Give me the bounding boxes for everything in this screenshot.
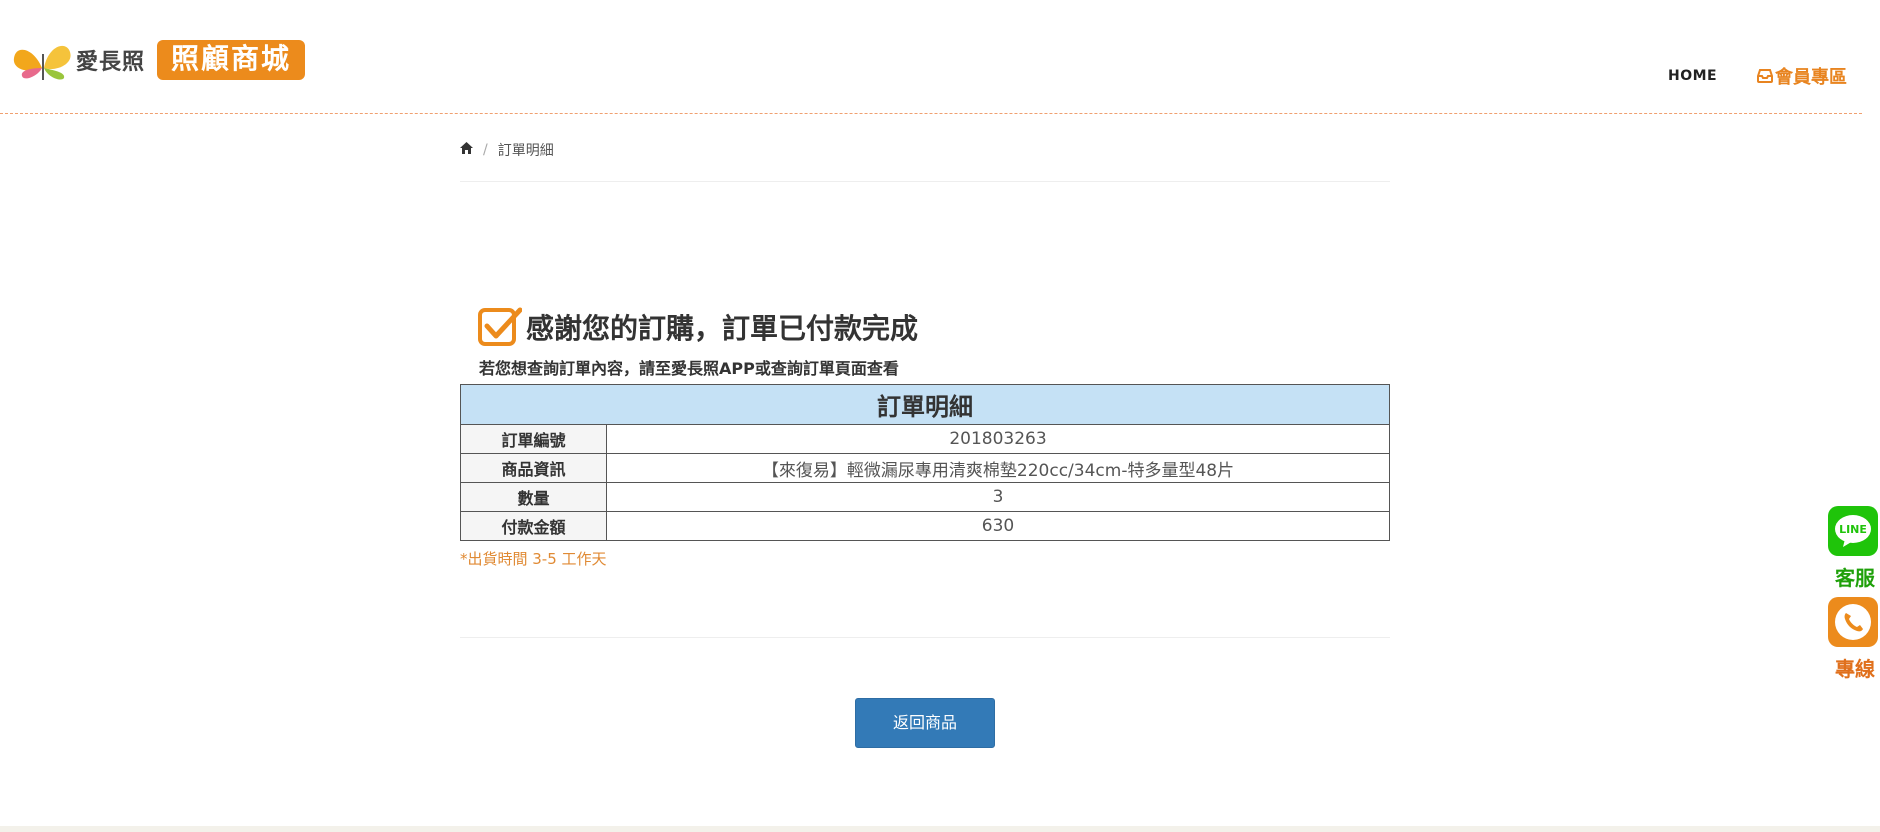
success-heading: 感謝您的訂購，訂單已付款完成 (478, 306, 918, 346)
site-logo[interactable]: 愛長照 照顧商城 (12, 38, 306, 82)
product-info-value: 【來復易】輕微漏尿專用清爽棉墊220cc/34cm-特多量型48片 (606, 453, 1390, 483)
success-subtitle: 若您想查詢訂單內容，請至愛長照APP或查詢訂單頁面查看 (479, 359, 899, 378)
phone-hotline-label: 專線 (1835, 657, 1875, 681)
footer-strip (0, 826, 1880, 832)
breadcrumb-home[interactable] (460, 142, 473, 158)
checkbox-checked-icon (478, 307, 522, 346)
nav-member-label: 會員專區 (1775, 67, 1847, 88)
breadcrumb: / 訂單明細 (460, 140, 554, 160)
product-info-label: 商品資訊 (460, 453, 607, 483)
nav-member-link[interactable]: 會員專區 (1757, 63, 1847, 89)
phone-badge (1828, 597, 1878, 647)
table-row: 訂單編號 201803263 (460, 424, 1390, 454)
breadcrumb-separator: / (483, 142, 488, 158)
line-support-label: 客服 (1835, 566, 1875, 590)
site-header: 愛長照 照顧商城 HOME 會員專區 (0, 0, 1862, 114)
order-number-value: 201803263 (606, 424, 1390, 454)
back-to-products-button[interactable]: 返回商品 (855, 698, 995, 748)
nav-home-link[interactable]: HOME (1668, 68, 1717, 84)
table-row: 付款金額 630 (460, 511, 1390, 541)
divider-bottom (460, 637, 1390, 638)
inbox-icon (1757, 69, 1773, 83)
order-table-heading: 訂單明細 (460, 384, 1390, 425)
payment-amount-label: 付款金額 (460, 511, 607, 541)
payment-amount-value: 630 (606, 511, 1390, 541)
line-badge-text: LINE (1839, 522, 1867, 536)
table-row: 數量 3 (460, 482, 1390, 512)
butterfly-logo-icon (13, 45, 71, 80)
quantity-value: 3 (606, 482, 1390, 512)
success-title: 感謝您的訂購，訂單已付款完成 (526, 312, 919, 345)
table-row: 商品資訊 【來復易】輕微漏尿專用清爽棉墊220cc/34cm-特多量型48片 (460, 453, 1390, 483)
table-header-row: 訂單明細 (460, 384, 1390, 425)
logo-brand-text: 愛長照 (76, 50, 146, 75)
order-number-label: 訂單編號 (460, 424, 607, 454)
logo-mall-badge: 照顧商城 (157, 40, 306, 80)
divider-top (460, 181, 1390, 182)
quantity-label: 數量 (460, 482, 607, 512)
order-detail-table: 訂單明細 訂單編號 201803263 商品資訊 【來復易】輕微漏尿專用清爽棉墊… (460, 384, 1390, 541)
home-icon (460, 142, 473, 154)
line-icon: LINE (1828, 506, 1878, 556)
breadcrumb-current: 訂單明細 (497, 143, 554, 159)
shipping-time-note: *出貨時間 3-5 工作天 (460, 550, 607, 568)
phone-icon (1835, 604, 1871, 640)
line-support-widget[interactable]: LINE 客服 (1826, 506, 1880, 591)
phone-hotline-widget[interactable]: 專線 (1826, 597, 1880, 682)
